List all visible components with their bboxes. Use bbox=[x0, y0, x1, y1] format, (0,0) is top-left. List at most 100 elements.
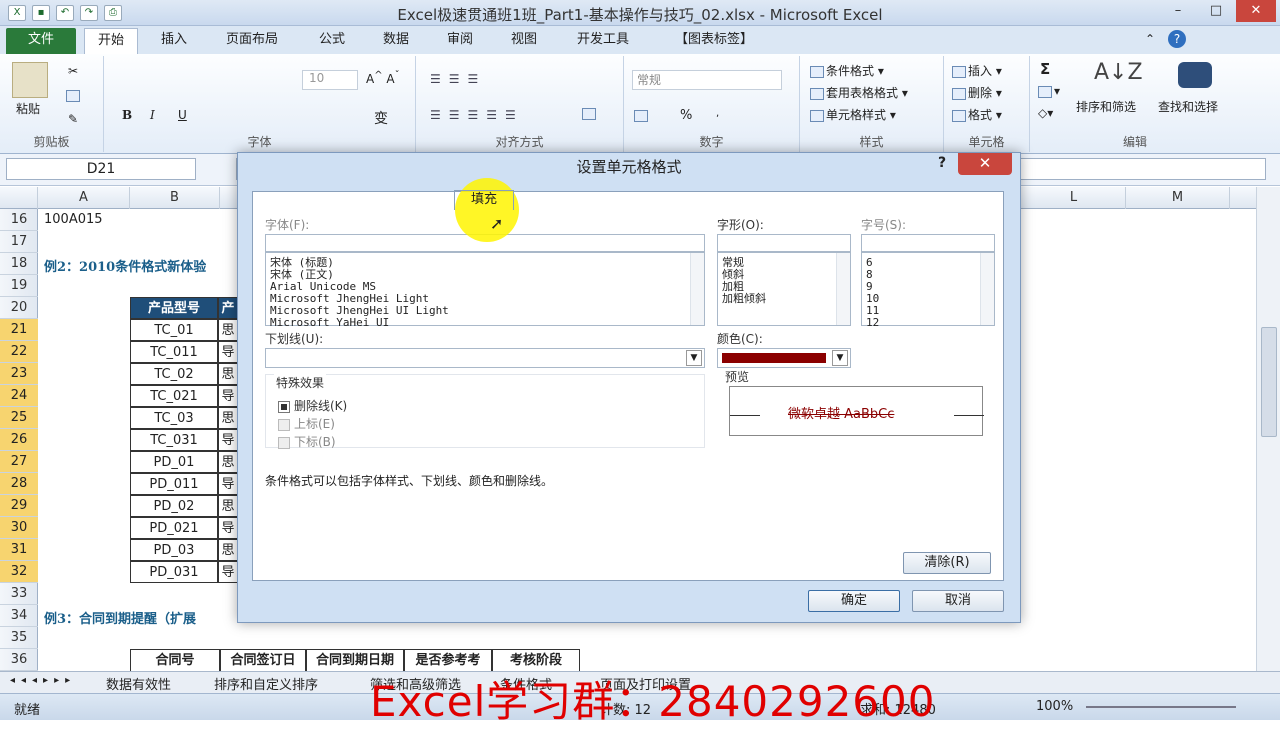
tab-insert[interactable]: 插入 bbox=[146, 28, 202, 54]
product-cell[interactable]: PD_031 bbox=[130, 561, 218, 583]
column-l-header[interactable]: L bbox=[1022, 187, 1126, 209]
product-cell[interactable]: PD_021 bbox=[130, 517, 218, 539]
row-header-36[interactable]: 36 bbox=[0, 649, 38, 671]
list-item[interactable]: 加粗倾斜 bbox=[722, 293, 766, 305]
tab-fill[interactable]: 填充 bbox=[454, 190, 514, 210]
list-item[interactable]: 12 bbox=[866, 317, 879, 329]
percent-button[interactable]: % bbox=[680, 108, 692, 123]
tab-data[interactable]: 数据 bbox=[366, 28, 426, 54]
list-item[interactable]: Microsoft YaHei UI bbox=[270, 317, 389, 329]
product-desc-cell[interactable]: 导 bbox=[218, 561, 238, 583]
format-painter-icon[interactable]: ✎ bbox=[68, 112, 78, 126]
row-header-29[interactable]: 29 bbox=[0, 495, 38, 517]
tab-chart-label[interactable]: 【图表标签】 bbox=[654, 28, 774, 54]
product-desc-cell[interactable]: 导 bbox=[218, 341, 238, 363]
minimize-button[interactable]: – bbox=[1160, 0, 1196, 22]
row-header-30[interactable]: 30 bbox=[0, 517, 38, 539]
tab-file[interactable]: 文件 bbox=[6, 28, 76, 54]
row-header-34[interactable]: 34 bbox=[0, 605, 38, 627]
product-cell[interactable]: PD_03 bbox=[130, 539, 218, 561]
row-header-16[interactable]: 16 bbox=[0, 209, 38, 231]
font-style-input[interactable] bbox=[717, 234, 851, 252]
scroll-thumb[interactable] bbox=[1261, 327, 1277, 437]
product-desc-cell[interactable]: 导 bbox=[218, 385, 238, 407]
row-header-31[interactable]: 31 bbox=[0, 539, 38, 561]
product-desc-cell[interactable]: 导 bbox=[218, 473, 238, 495]
maximize-button[interactable]: □ bbox=[1198, 0, 1234, 22]
sort-filter-icon[interactable]: A↓Z bbox=[1094, 60, 1143, 85]
size-list-scrollbar[interactable] bbox=[980, 253, 994, 325]
zoom-slider[interactable] bbox=[1086, 706, 1236, 708]
product-desc-cell[interactable]: 思 bbox=[218, 363, 238, 385]
font-style-list[interactable]: 常规 倾斜 加粗 加粗倾斜 bbox=[717, 252, 851, 326]
product-desc-cell[interactable]: 思 bbox=[218, 407, 238, 429]
strikethrough-checkbox[interactable] bbox=[278, 400, 290, 413]
conditional-format-button[interactable]: 条件格式 ▾ bbox=[810, 62, 884, 79]
column-m-header[interactable]: M bbox=[1126, 187, 1230, 209]
currency-icon[interactable] bbox=[634, 108, 650, 122]
underline-button[interactable]: U bbox=[178, 108, 187, 122]
row-header-21[interactable]: 21 bbox=[0, 319, 38, 341]
row-header-28[interactable]: 28 bbox=[0, 473, 38, 495]
subscript-option[interactable]: 下标(B) bbox=[278, 433, 336, 450]
name-box[interactable]: D21 bbox=[6, 158, 196, 180]
number-format-select[interactable]: 常规 bbox=[632, 70, 782, 90]
clear-button[interactable]: 清除(R) bbox=[903, 552, 991, 574]
product-cell[interactable]: PD_011 bbox=[130, 473, 218, 495]
comma-style-icon[interactable]: , bbox=[716, 108, 719, 119]
row-header-32[interactable]: 32 bbox=[0, 561, 38, 583]
tab-home[interactable]: 开始 bbox=[84, 28, 138, 54]
style-list-scrollbar[interactable] bbox=[836, 253, 850, 325]
find-select-button[interactable]: 查找和选择 bbox=[1158, 98, 1218, 115]
row-header-22[interactable]: 22 bbox=[0, 341, 38, 363]
select-all-corner[interactable] bbox=[0, 187, 38, 209]
paste-icon[interactable] bbox=[12, 62, 48, 98]
row-header-26[interactable]: 26 bbox=[0, 429, 38, 451]
row-header-24[interactable]: 24 bbox=[0, 385, 38, 407]
clear-icon[interactable]: ◇▾ bbox=[1038, 106, 1053, 120]
product-desc-cell[interactable]: 思 bbox=[218, 451, 238, 473]
row-header-25[interactable]: 25 bbox=[0, 407, 38, 429]
bold-button[interactable]: B bbox=[122, 108, 132, 122]
color-picker[interactable]: ▼ bbox=[717, 348, 851, 368]
delete-cells-button[interactable]: 删除 ▾ bbox=[952, 84, 1002, 101]
sort-filter-button[interactable]: 排序和筛选 bbox=[1076, 98, 1136, 115]
row-header-19[interactable]: 19 bbox=[0, 275, 38, 297]
font-size-input[interactable] bbox=[861, 234, 995, 252]
grow-font-icon[interactable]: A^ Aˇ bbox=[366, 70, 400, 86]
format-as-table-button[interactable]: 套用表格格式 ▾ bbox=[810, 84, 908, 101]
row-header-17[interactable]: 17 bbox=[0, 231, 38, 253]
tab-review[interactable]: 审阅 bbox=[430, 28, 490, 54]
dialog-help-button[interactable]: ? bbox=[933, 155, 951, 173]
strikethrough-option[interactable]: 删除线(K) bbox=[278, 397, 347, 414]
superscript-option[interactable]: 上标(E) bbox=[278, 415, 335, 432]
vertical-scrollbar[interactable] bbox=[1256, 187, 1280, 671]
row-header-20[interactable]: 20 bbox=[0, 297, 38, 319]
insert-cells-button[interactable]: 插入 ▾ bbox=[952, 62, 1002, 79]
product-cell[interactable]: TC_03 bbox=[130, 407, 218, 429]
column-a-header[interactable]: A bbox=[38, 187, 130, 209]
cell-styles-button[interactable]: 单元格样式 ▾ bbox=[810, 106, 896, 123]
row-header-27[interactable]: 27 bbox=[0, 451, 38, 473]
ribbon-collapse-icon[interactable]: ⌃ bbox=[1145, 32, 1155, 46]
subscript-checkbox[interactable] bbox=[278, 436, 290, 449]
zoom-level[interactable]: 100% bbox=[1036, 699, 1073, 714]
product-cell[interactable]: PD_02 bbox=[130, 495, 218, 517]
font-list-scrollbar[interactable] bbox=[690, 253, 704, 325]
column-b-header[interactable]: B bbox=[130, 187, 220, 209]
find-binoculars-icon[interactable] bbox=[1178, 62, 1212, 88]
paste-button[interactable]: 粘贴 bbox=[16, 100, 40, 117]
row-header-35[interactable]: 35 bbox=[0, 627, 38, 649]
product-desc-cell[interactable]: 思 bbox=[218, 495, 238, 517]
fill-icon[interactable]: ▾ bbox=[1038, 84, 1060, 98]
cancel-button[interactable]: 取消 bbox=[912, 590, 1004, 612]
tab-formulas[interactable]: 公式 bbox=[302, 28, 362, 54]
dialog-close-button[interactable]: ✕ bbox=[958, 153, 1012, 175]
cell-a16[interactable]: 100A015 bbox=[44, 212, 103, 227]
format-cells-button[interactable]: 格式 ▾ bbox=[952, 106, 1002, 123]
tab-page-layout[interactable]: 页面布局 bbox=[212, 28, 292, 54]
product-cell[interactable]: TC_02 bbox=[130, 363, 218, 385]
product-cell[interactable]: TC_01 bbox=[130, 319, 218, 341]
product-cell[interactable]: TC_021 bbox=[130, 385, 218, 407]
superscript-checkbox[interactable] bbox=[278, 418, 290, 431]
